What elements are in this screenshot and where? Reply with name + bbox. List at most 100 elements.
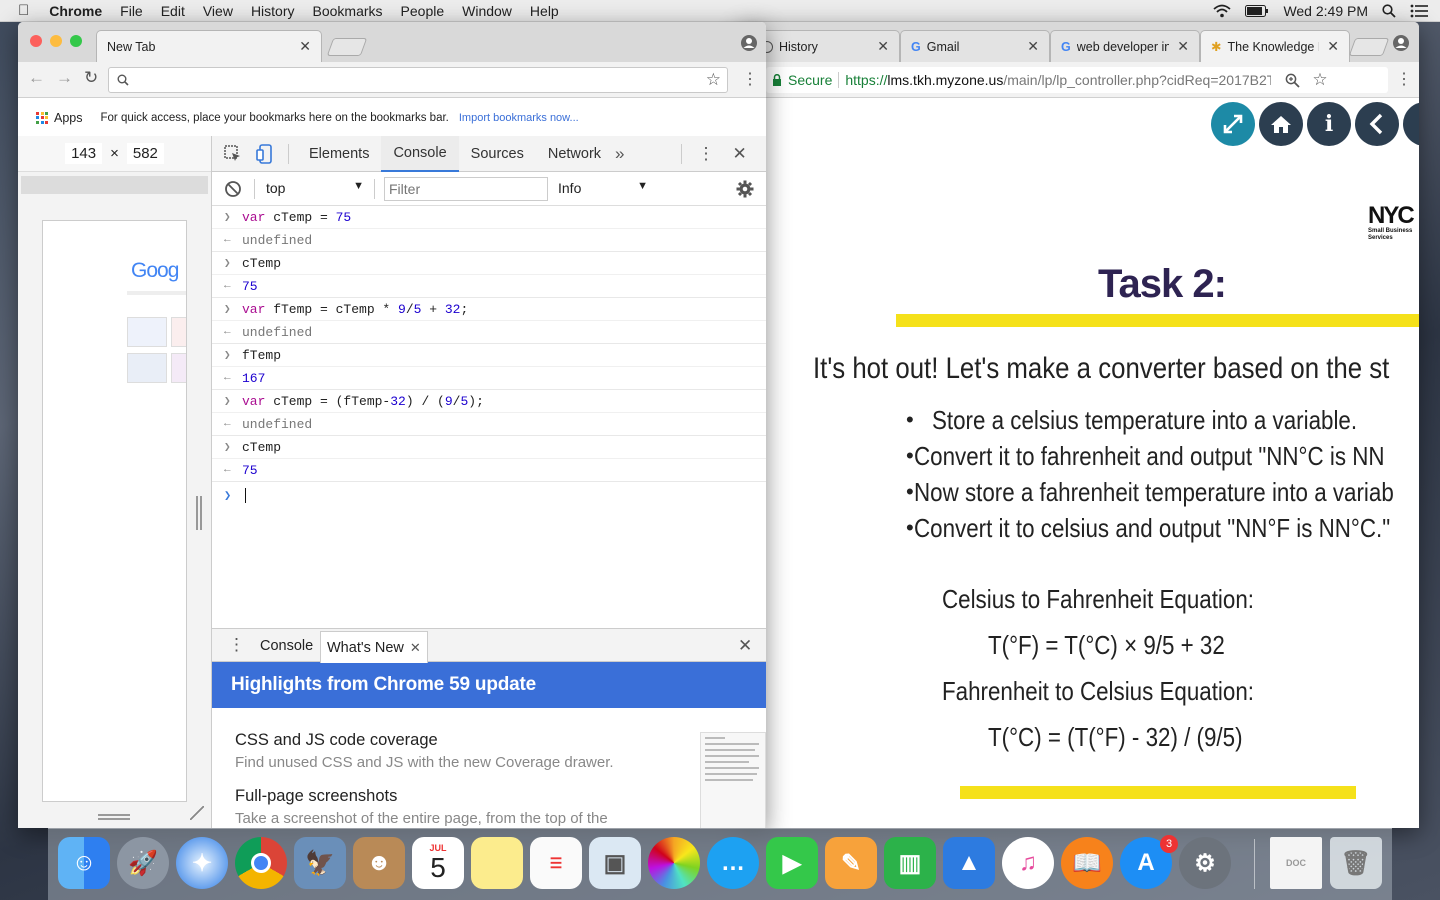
wifi-icon[interactable] — [1213, 4, 1232, 18]
app-menu[interactable]: Chrome — [49, 3, 102, 19]
battery-icon[interactable] — [1245, 5, 1269, 17]
device-height-input[interactable]: 582 — [126, 143, 164, 164]
inspect-element-icon[interactable] — [224, 144, 242, 163]
tab-elements[interactable]: Elements — [297, 136, 381, 172]
device-toolbar-icon[interactable] — [256, 143, 274, 164]
launchpad-icon[interactable]: 🚀 — [117, 837, 169, 889]
close-window-button[interactable] — [30, 35, 42, 47]
fullscreen-button[interactable] — [1211, 102, 1255, 146]
device-width-input[interactable]: 143 — [65, 143, 103, 164]
forward-arrow-icon[interactable]: → — [56, 68, 73, 88]
menu-kebab-icon[interactable]: ⋮ — [1396, 69, 1412, 89]
console-input-line[interactable]: ❯ cTemp — [212, 252, 766, 275]
menu-window[interactable]: Window — [462, 3, 512, 19]
menu-edit[interactable]: Edit — [161, 3, 185, 19]
console-log[interactable]: ❯ var cTemp = 75 ← undefined ❯ cTemp ← 75 ❯ var f… — [212, 206, 766, 628]
more-tabs-icon[interactable]: » — [615, 144, 624, 164]
tab-history[interactable]: History ✕ — [750, 30, 900, 62]
itunes-icon[interactable]: ♫ — [1002, 837, 1054, 889]
zoom-window-button[interactable] — [70, 35, 82, 47]
numbers-icon[interactable]: ▥ — [884, 837, 936, 889]
contacts-icon[interactable]: ☻ — [353, 837, 405, 889]
pages-icon[interactable]: ✎ — [825, 837, 877, 889]
console-result-line[interactable]: ← 75 — [212, 459, 766, 482]
tab-web-developer[interactable]: G web developer in ✕ — [1050, 30, 1200, 62]
menu-people[interactable]: People — [401, 3, 445, 19]
new-tab-button[interactable] — [1348, 38, 1390, 56]
back-button[interactable] — [1355, 102, 1399, 146]
tab-gmail[interactable]: G Gmail ✕ — [900, 30, 1050, 62]
home-button[interactable] — [1259, 102, 1303, 146]
right-url-bar[interactable]: Secure https:// lms.tkh.myzone.us /main/… — [766, 67, 1388, 93]
drawer-tab-whats-new[interactable]: What's New ✕ — [320, 631, 428, 663]
clock[interactable]: Wed 2:49 PM — [1283, 3, 1368, 19]
apps-label[interactable]: Apps — [54, 111, 83, 125]
clear-console-icon[interactable] — [224, 180, 242, 198]
context-select[interactable]: top ▼ — [266, 180, 364, 196]
menu-bookmarks[interactable]: Bookmarks — [313, 3, 383, 19]
import-bookmarks-link[interactable]: Import bookmarks now... — [459, 112, 579, 124]
finder-icon[interactable]: ☺ — [58, 837, 110, 889]
tab-console[interactable]: Console — [381, 135, 459, 172]
close-icon[interactable]: ✕ — [1319, 38, 1339, 55]
resize-handle-bottom[interactable] — [98, 814, 130, 820]
bookmark-star-icon[interactable]: ☆ — [1312, 70, 1327, 90]
tab-sources[interactable]: Sources — [459, 136, 536, 172]
devtools-menu-icon[interactable]: ⋮ — [698, 144, 715, 164]
preview-app-icon[interactable]: 🦅 — [294, 837, 346, 889]
back-arrow-icon[interactable]: ← — [28, 68, 45, 88]
chrome-icon[interactable] — [235, 837, 287, 889]
menu-kebab-icon[interactable]: ⋮ — [742, 69, 758, 89]
console-input-line[interactable]: ❯ var cTemp = (fTemp- 32) / (9/5); — [212, 390, 766, 413]
console-result-line[interactable]: ← undefined — [212, 413, 766, 436]
resize-handle[interactable] — [196, 496, 202, 530]
close-devtools-icon[interactable]: ✕ — [733, 144, 747, 164]
console-result-line[interactable]: ← 167 — [212, 367, 766, 390]
menu-view[interactable]: View — [203, 3, 233, 19]
close-drawer-icon[interactable]: ✕ — [738, 636, 752, 656]
apple-menu-icon[interactable]:  — [18, 2, 29, 19]
resize-corner-icon[interactable] — [190, 806, 204, 820]
menu-history[interactable]: History — [251, 3, 295, 19]
close-icon[interactable]: ✕ — [869, 38, 889, 55]
left-url-bar[interactable]: ☆ — [108, 67, 728, 93]
minimize-window-button[interactable] — [50, 35, 62, 47]
tab-knowledge-house[interactable]: ✱ The Knowledge H ✕ — [1200, 30, 1350, 62]
calendar-icon[interactable]: JUL 5 — [412, 837, 464, 889]
whats-new-item-title[interactable]: CSS and JS code coverage — [235, 731, 614, 750]
console-input-line[interactable]: ❯ var cTemp = 75 — [212, 206, 766, 229]
trash-icon[interactable]: 🗑 — [1330, 837, 1382, 889]
messages-icon[interactable]: … — [707, 837, 759, 889]
spotlight-search-icon[interactable] — [1382, 4, 1396, 18]
new-tab-button[interactable] — [326, 38, 368, 56]
console-input-line[interactable]: ❯ var fTemp = cTemp * 9/5 + 32; — [212, 298, 766, 321]
console-prompt-row[interactable]: ❯ — [224, 488, 247, 504]
ibooks-icon[interactable]: 📖 — [1061, 837, 1113, 889]
console-result-line[interactable]: ← undefined — [212, 229, 766, 252]
console-input-line[interactable]: ❯ fTemp — [212, 344, 766, 367]
media-query-bar[interactable] — [21, 176, 208, 194]
close-icon[interactable]: ✕ — [410, 640, 421, 656]
photo-booth-icon[interactable]: ▣ — [589, 837, 641, 889]
profile-icon[interactable] — [740, 34, 758, 52]
notes-icon[interactable] — [471, 837, 523, 889]
tab-new-tab[interactable]: New Tab ✕ — [96, 30, 322, 62]
tab-network[interactable]: Network — [536, 136, 613, 172]
next-button[interactable] — [1403, 102, 1419, 146]
console-result-line[interactable]: ← undefined — [212, 321, 766, 344]
drawer-menu-icon[interactable]: ⋮ — [228, 635, 245, 655]
console-settings-gear-icon[interactable] — [736, 180, 754, 198]
notification-center-icon[interactable] — [1410, 4, 1428, 18]
safari-icon[interactable]: ✦ — [176, 837, 228, 889]
zoom-icon[interactable] — [1285, 73, 1300, 88]
log-level-select[interactable]: Info ▼ — [558, 180, 648, 196]
menu-file[interactable]: File — [120, 3, 143, 19]
device-preview[interactable]: Goog — [42, 220, 187, 802]
bookmark-star-icon[interactable]: ☆ — [706, 70, 721, 90]
console-result-line[interactable]: ← 75 — [212, 275, 766, 298]
system-preferences-icon[interactable]: ⚙ — [1179, 837, 1231, 889]
profile-icon[interactable] — [1392, 34, 1410, 52]
reload-icon[interactable]: ↻ — [84, 68, 98, 88]
facetime-icon[interactable]: ▶ — [766, 837, 818, 889]
close-icon[interactable]: ✕ — [1019, 38, 1039, 55]
